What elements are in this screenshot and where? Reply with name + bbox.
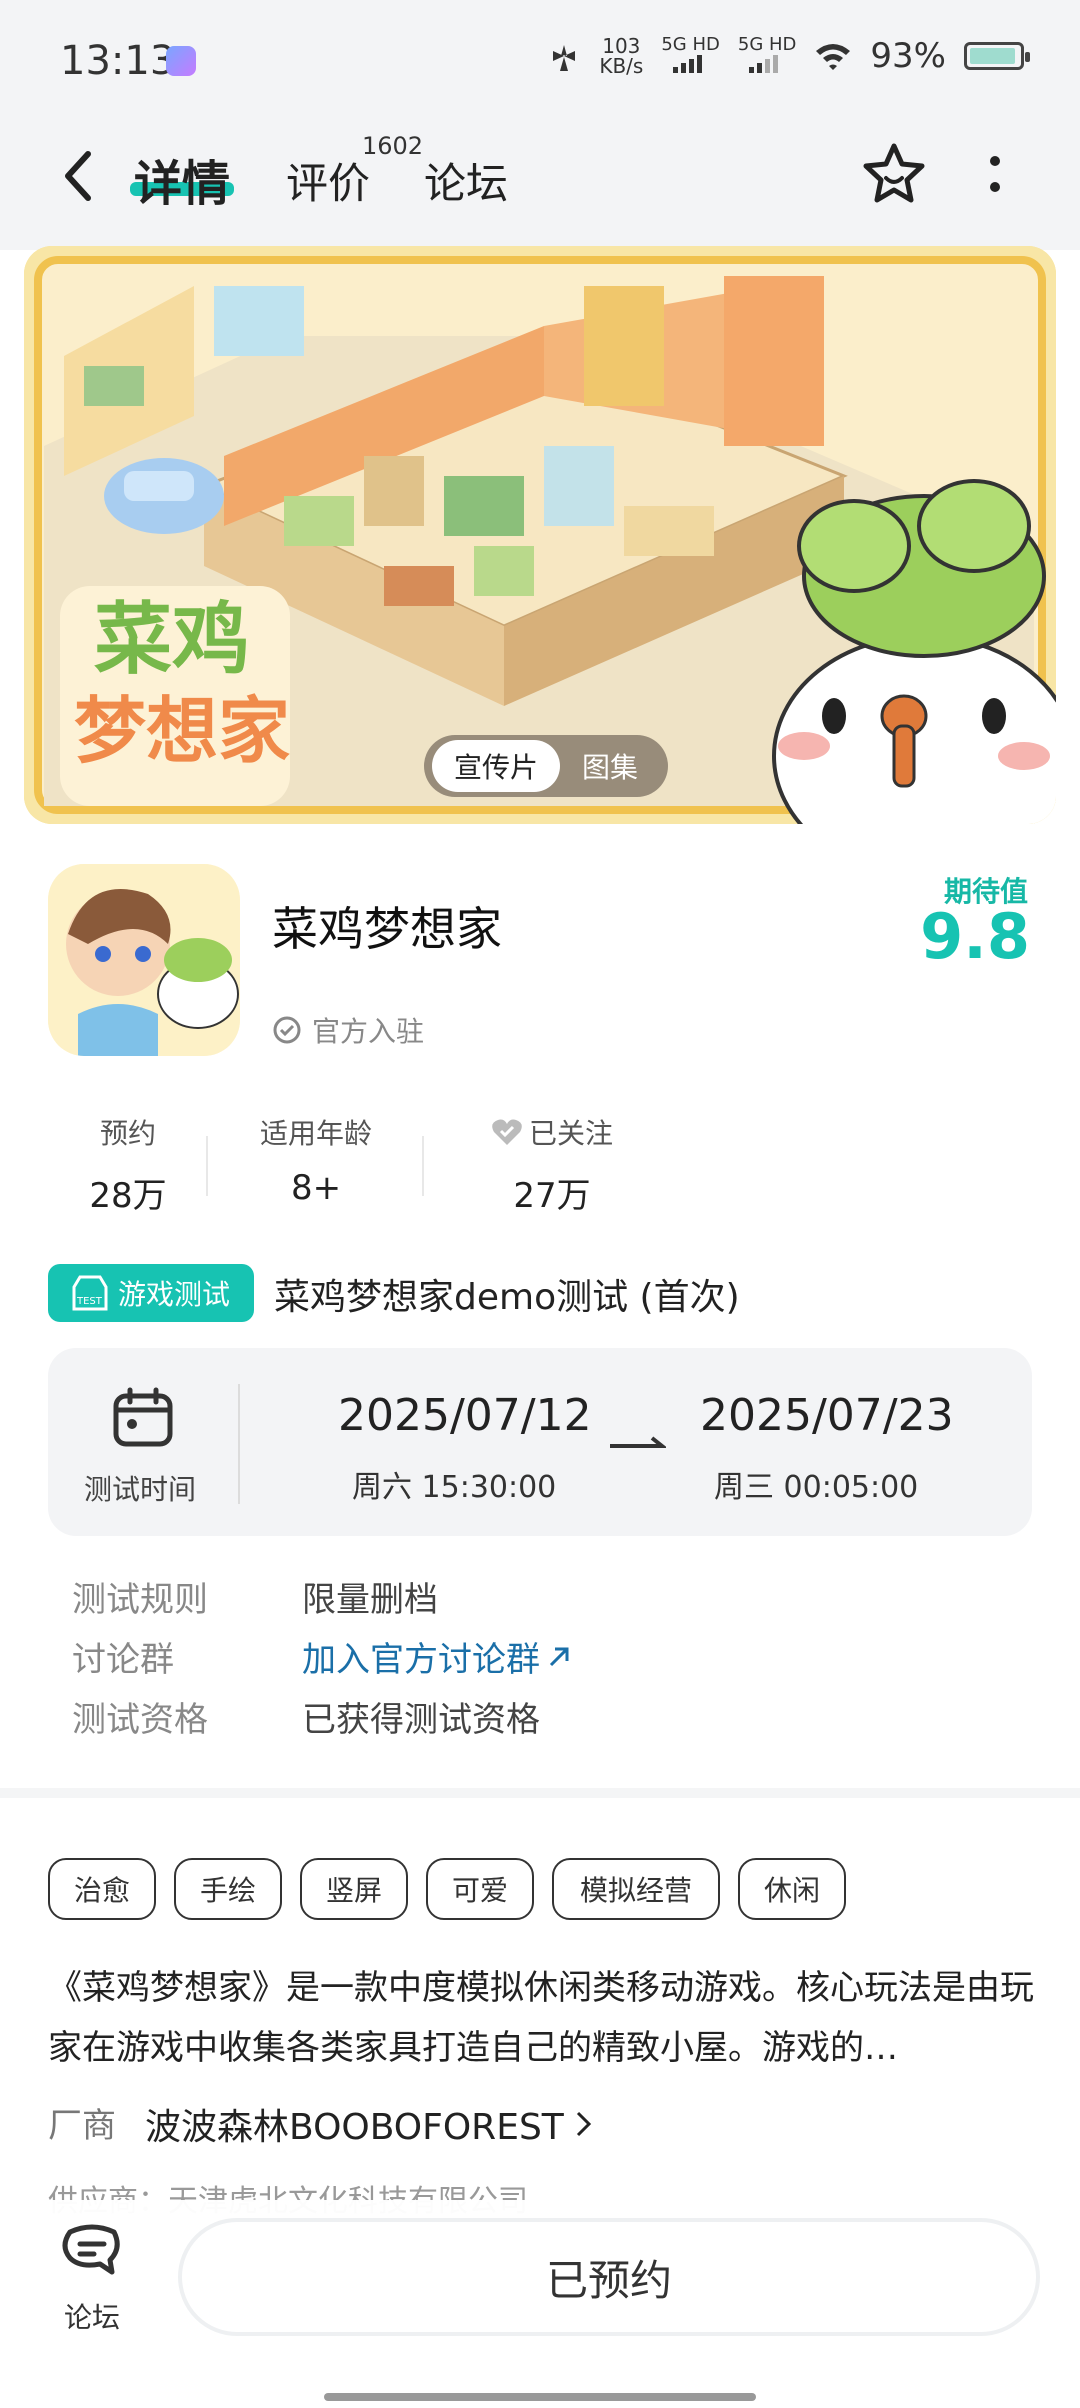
calendar-icon [113, 1387, 173, 1447]
tag-chip[interactable]: 手绘 [174, 1858, 282, 1920]
tag-chip[interactable]: 竖屏 [300, 1858, 408, 1920]
test-time-card: 测试时间 2025/07/12 周六 15:30:00 2025/07/23 周… [48, 1348, 1032, 1536]
test-icon: TEST [72, 1275, 108, 1311]
divider [206, 1136, 208, 1196]
vendor-link[interactable]: 波波森林BOOBOFOREST [145, 2098, 594, 2150]
game-title: 菜鸡梦想家 [272, 902, 502, 956]
signal-icon-1: 5G HD [661, 35, 720, 76]
svg-text:菜鸡: 菜鸡 [94, 595, 250, 685]
arrow-right-icon [610, 1436, 666, 1448]
forum-chat-icon[interactable] [60, 2224, 124, 2284]
media-switch: 宣传片 图集 [424, 735, 669, 797]
windmill-icon [553, 45, 576, 71]
tag-chip[interactable]: 治愈 [48, 1858, 156, 1920]
stat-follow[interactable]: 已关注 27万 [452, 1112, 652, 1217]
reviews-count: 1602 [362, 132, 424, 160]
forum-label[interactable]: 论坛 [64, 2296, 120, 2336]
game-description[interactable]: 《菜鸡梦想家》是一款中度模拟休闲类移动游戏。核心玩法是由玩家在游戏中收集各类家具… [48, 1958, 1038, 2078]
check-circle-icon [273, 1016, 301, 1044]
battery-percent: 93% [870, 36, 946, 76]
stat-reservations: 预约 28万 [89, 1117, 167, 1216]
net-speed: 103 KB/s [599, 34, 644, 78]
start-date: 2025/07/12 [338, 1390, 592, 1441]
status-time: 13:13 [60, 38, 176, 84]
heart-check-icon [492, 1119, 522, 1145]
tag-chip[interactable]: 休闲 [738, 1858, 846, 1920]
svg-text:TEST: TEST [76, 1296, 103, 1307]
tag-chip[interactable]: 可爱 [426, 1858, 534, 1920]
divider [238, 1384, 240, 1504]
status-bar: 13:13 103 KB/s 5G HD 5G HD 93% [0, 0, 1080, 120]
divider [422, 1136, 424, 1196]
end-day: 周三 00:05:00 [714, 1470, 919, 1505]
svg-text:梦想家: 梦想家 [74, 689, 290, 773]
tab-gallery[interactable]: 图集 [560, 740, 660, 792]
reserved-button[interactable]: 已预约 [178, 2218, 1040, 2336]
vendor-label: 厂商 [48, 2106, 116, 2146]
stat-age: 适用年龄 8+ [259, 1117, 372, 1208]
status-icons: 103 KB/s 5G HD 5G HD 93% [547, 34, 1030, 78]
star-favorite-icon[interactable] [860, 140, 928, 208]
test-tag: TEST 游戏测试 [48, 1264, 254, 1322]
more-menu-icon[interactable] [990, 156, 1000, 192]
game-icon [48, 864, 240, 1056]
signal-icon-2: 5G HD [738, 35, 796, 76]
test-time-label: 测试时间 [84, 1473, 197, 1506]
start-day: 周六 15:30:00 [352, 1470, 557, 1505]
qualification-value: 已获得测试资格 [302, 1700, 540, 1740]
top-nav: 详情 评价 1602 论坛 [0, 120, 1080, 250]
bottom-bar: 论坛 已预约 [0, 2200, 1080, 2408]
expect-score: 9.8 [920, 900, 1030, 973]
join-group-link[interactable]: 加入官方讨论群 [302, 1632, 572, 1681]
home-indicator[interactable] [324, 2393, 756, 2401]
external-link-icon [549, 1647, 569, 1666]
wifi-icon [816, 44, 851, 70]
test-name: 菜鸡梦想家demo测试 (首次) [274, 1277, 740, 1318]
tab-reviews[interactable]: 评价 [286, 150, 370, 211]
app-notification-icon [166, 46, 196, 76]
tab-details[interactable]: 详情 [134, 144, 230, 214]
tab-trailer[interactable]: 宣传片 [432, 740, 561, 792]
chevron-right-icon [576, 2111, 591, 2137]
battery-icon [964, 42, 1030, 70]
end-date: 2025/07/23 [700, 1390, 954, 1441]
tag-chip[interactable]: 模拟经营 [552, 1858, 720, 1920]
group-label: 讨论群 [72, 1640, 174, 1680]
qualification-label: 测试资格 [72, 1700, 208, 1740]
back-arrow-icon[interactable] [60, 148, 96, 204]
section-separator [0, 1788, 1080, 1798]
rule-value: 限量删档 [302, 1580, 438, 1620]
official-badge: 官方入驻 [272, 1010, 424, 1050]
rule-label: 测试规则 [72, 1580, 208, 1620]
tab-forum[interactable]: 论坛 [424, 150, 508, 211]
